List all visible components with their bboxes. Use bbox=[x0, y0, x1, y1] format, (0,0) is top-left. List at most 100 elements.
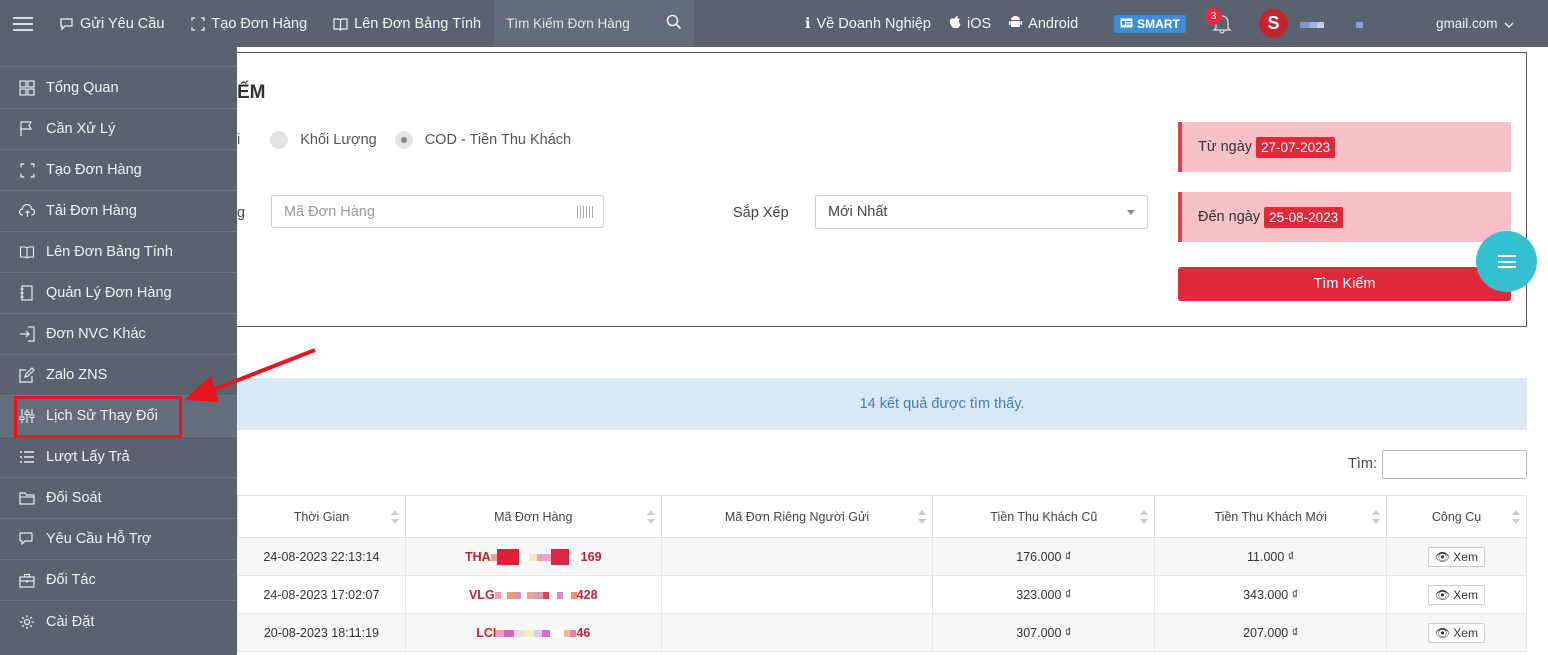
order-search-input[interactable] bbox=[506, 16, 657, 31]
cell-order-code[interactable]: LCI 46 bbox=[404, 613, 662, 652]
col-time[interactable]: Thời Gian bbox=[237, 495, 406, 538]
cell-old-cod: 176.000 ₫ bbox=[932, 537, 1156, 576]
col-sender-code[interactable]: Mã Đơn Riêng Người Gửi bbox=[660, 495, 934, 538]
sidebar-item-settings[interactable]: Cài Đặt bbox=[0, 601, 237, 642]
sort-icon bbox=[1372, 510, 1381, 524]
smart-badge[interactable]: SMART bbox=[1114, 14, 1186, 33]
sidebar-top-spacer bbox=[0, 47, 237, 67]
edit-icon bbox=[18, 366, 36, 384]
cell-sender-code bbox=[660, 537, 934, 576]
sidebar-menu: Tổng Quan Cần Xử Lý Tạo Đơn Hàng Tải Đơn… bbox=[0, 47, 237, 655]
search-panel-title: ẾM bbox=[237, 82, 266, 103]
nav-send-request[interactable]: Gửi Yêu Cầu bbox=[46, 0, 177, 47]
sort-icon bbox=[1512, 510, 1520, 524]
order-search bbox=[494, 0, 695, 47]
floating-menu-button[interactable] bbox=[1476, 231, 1537, 292]
menu-toggle-button[interactable] bbox=[0, 0, 46, 47]
eye-icon: 👁 bbox=[1435, 625, 1451, 640]
info-icon: ℹ bbox=[805, 15, 811, 32]
gear-icon bbox=[18, 613, 36, 631]
cell-time: 20-08-2023 18:11:19 bbox=[237, 613, 406, 652]
highlight-box bbox=[14, 396, 182, 438]
search-icon[interactable] bbox=[666, 14, 682, 33]
view-button[interactable]: 👁 Xem bbox=[1428, 584, 1485, 605]
table-row: 20-08-2023 18:11:19 LCI 46 307.000 ₫ 207.… bbox=[237, 613, 1527, 652]
cell-time: 24-08-2023 22:13:14 bbox=[237, 537, 406, 576]
top-right-links: ℹ Về Doanh Nghiệp iOS Android SMART bbox=[805, 0, 1186, 47]
sort-select[interactable]: Mới Nhất bbox=[815, 195, 1148, 229]
briefcase-icon bbox=[18, 571, 36, 589]
results-summary: 14 kết quả được tìm thấy. bbox=[237, 378, 1527, 430]
sidebar-item-spreadsheet-order[interactable]: Lên Đơn Bảng Tính bbox=[0, 232, 237, 273]
sidebar-item-overview[interactable]: Tổng Quan bbox=[0, 68, 237, 109]
from-date-box[interactable]: Từ ngày 27-07-2023 bbox=[1178, 122, 1511, 172]
nav-create-order[interactable]: Tạo Đơn Hàng bbox=[177, 0, 320, 47]
search-panel: ẾM i Khối Lượng COD - Tiền Thu Khách g M… bbox=[237, 52, 1527, 327]
cell-tools: 👁 Xem bbox=[1386, 575, 1527, 614]
hamburger-icon bbox=[13, 16, 33, 31]
about-business-link[interactable]: ℹ Về Doanh Nghiệp bbox=[805, 16, 931, 32]
table-row: 24-08-2023 22:13:14 THA 169 176.000 ₫ 11.… bbox=[237, 537, 1527, 576]
sidebar-item-zalo-zns[interactable]: Zalo ZNS bbox=[0, 355, 237, 396]
cell-tools: 👁 Xem bbox=[1386, 613, 1527, 652]
radio-weight[interactable] bbox=[270, 131, 289, 149]
list-icon bbox=[18, 448, 36, 466]
cell-old-cod: 307.000 ₫ bbox=[932, 613, 1156, 652]
to-date-box[interactable]: Đến ngày 25-08-2023 bbox=[1178, 192, 1511, 242]
sort-icon bbox=[918, 510, 927, 524]
radio-cod[interactable] bbox=[394, 131, 413, 149]
cell-new-cod: 343.000 ₫ bbox=[1154, 575, 1388, 614]
view-button[interactable]: 👁 Xem bbox=[1428, 546, 1485, 567]
filter-type-radios: i Khối Lượng COD - Tiền Thu Khách bbox=[237, 131, 572, 149]
company-logo[interactable]: S bbox=[1259, 9, 1288, 38]
search-button[interactable]: Tìm Kiếm bbox=[1178, 267, 1511, 301]
nav-spreadsheet-order[interactable]: Lên Đơn Bảng Tính bbox=[320, 0, 494, 47]
table-row: 24-08-2023 17:02:07 VLG 428 323.000 ₫ 343… bbox=[237, 575, 1527, 614]
sort-icon bbox=[1140, 510, 1149, 524]
apple-icon bbox=[949, 15, 961, 33]
sidebar-item-upload-order[interactable]: Tải Đơn Hàng bbox=[0, 191, 237, 232]
account-menu[interactable]: gmail.com bbox=[1436, 16, 1514, 31]
cell-tools: 👁 Xem bbox=[1386, 537, 1527, 576]
sidebar-item-manage-orders[interactable]: Quản Lý Đơn Hàng bbox=[0, 273, 237, 314]
cell-order-code[interactable]: THA 169 bbox=[404, 537, 662, 576]
redacted-code bbox=[494, 588, 577, 602]
cell-order-code[interactable]: VLG 428 bbox=[404, 575, 662, 614]
sidebar-item-reconciliation[interactable]: Đối Soát bbox=[0, 478, 237, 519]
sort-icon bbox=[646, 510, 655, 524]
ios-link[interactable]: iOS bbox=[949, 15, 991, 33]
id-card-icon bbox=[1120, 17, 1133, 31]
sidebar-item-partners[interactable]: Đối Tác bbox=[0, 560, 237, 601]
android-link[interactable]: Android bbox=[1009, 15, 1078, 33]
sidebar-item-to-process[interactable]: Cần Xử Lý bbox=[0, 109, 237, 150]
col-new-cod[interactable]: Tiền Thu Khách Mới bbox=[1154, 495, 1388, 538]
redacted-code bbox=[490, 548, 581, 565]
hamburger-icon bbox=[1497, 255, 1516, 268]
eye-icon: 👁 bbox=[1435, 549, 1451, 564]
sidebar-item-other-carrier-orders[interactable]: Đơn NVC Khác bbox=[0, 314, 237, 355]
main-content: ẾM i Khối Lượng COD - Tiền Thu Khách g M… bbox=[237, 47, 1548, 655]
sort-icon bbox=[390, 510, 399, 524]
sidebar-item-support-request[interactable]: Yêu Cầu Hỗ Trợ bbox=[0, 519, 237, 560]
from-date-value: 27-07-2023 bbox=[1256, 136, 1336, 158]
notebook-icon bbox=[18, 284, 36, 302]
col-tools[interactable]: Công Cụ bbox=[1386, 495, 1527, 538]
barcode-icon[interactable] bbox=[577, 205, 593, 218]
col-old-cod[interactable]: Tiền Thu Khách Cũ bbox=[932, 495, 1156, 538]
view-button[interactable]: 👁 Xem bbox=[1428, 622, 1485, 643]
change-history-table: Thời Gian Mã Đơn Hàng Mã Đơn Riêng Người… bbox=[237, 495, 1527, 652]
field-label-fragment: g bbox=[237, 205, 246, 221]
redacted-dot bbox=[1356, 22, 1363, 28]
sign-in-icon bbox=[18, 325, 36, 343]
table-filter-input[interactable] bbox=[1382, 450, 1527, 479]
expand-icon bbox=[190, 16, 205, 31]
sidebar-item-pickup-returns[interactable]: Lượt Lấy Trả bbox=[0, 437, 237, 478]
order-code-input[interactable]: Mã Đơn Hàng bbox=[271, 195, 604, 228]
sidebar-item-create-order[interactable]: Tạo Đơn Hàng bbox=[0, 150, 237, 191]
cloud-upload-icon bbox=[18, 202, 36, 220]
table-header-row: Thời Gian Mã Đơn Hàng Mã Đơn Riêng Người… bbox=[237, 495, 1527, 538]
col-order-code[interactable]: Mã Đơn Hàng bbox=[404, 495, 662, 538]
sort-label: Sắp Xếp bbox=[733, 205, 789, 221]
book-icon bbox=[333, 16, 348, 31]
book-icon bbox=[18, 243, 36, 261]
